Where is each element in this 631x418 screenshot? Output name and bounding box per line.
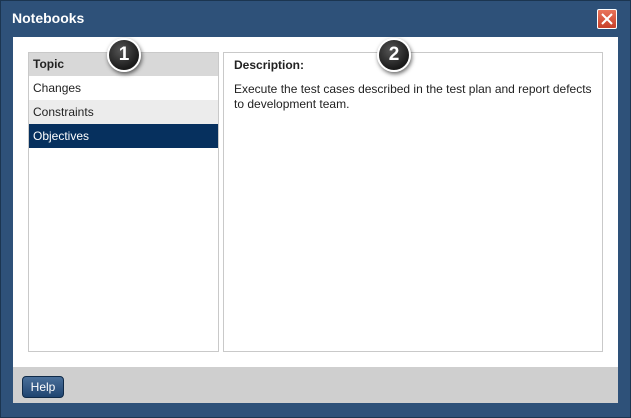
title-bar[interactable]: Notebooks (1, 1, 630, 37)
dialog-footer: Help (1, 367, 630, 417)
topic-item-changes[interactable]: Changes (29, 76, 218, 100)
description-label: Description: (234, 58, 305, 72)
topic-list-panel: Topic Changes Constraints Objectives (28, 52, 219, 352)
left-frame (1, 37, 13, 367)
footer-bar: Help (13, 367, 618, 403)
callout-badge-1: 1 (107, 38, 141, 72)
dialog-title: Notebooks (12, 10, 85, 26)
description-text: Execute the test cases described in the … (234, 82, 592, 111)
callout-badge-2: 2 (377, 38, 411, 72)
topic-item-constraints[interactable]: Constraints (29, 100, 218, 124)
right-frame (618, 37, 630, 367)
close-x-icon (601, 13, 613, 25)
topic-item-objectives[interactable]: Objectives (29, 124, 218, 148)
description-panel: Description: Execute the test cases desc… (223, 52, 603, 352)
help-button[interactable]: Help (22, 376, 64, 398)
close-button[interactable] (597, 9, 617, 29)
